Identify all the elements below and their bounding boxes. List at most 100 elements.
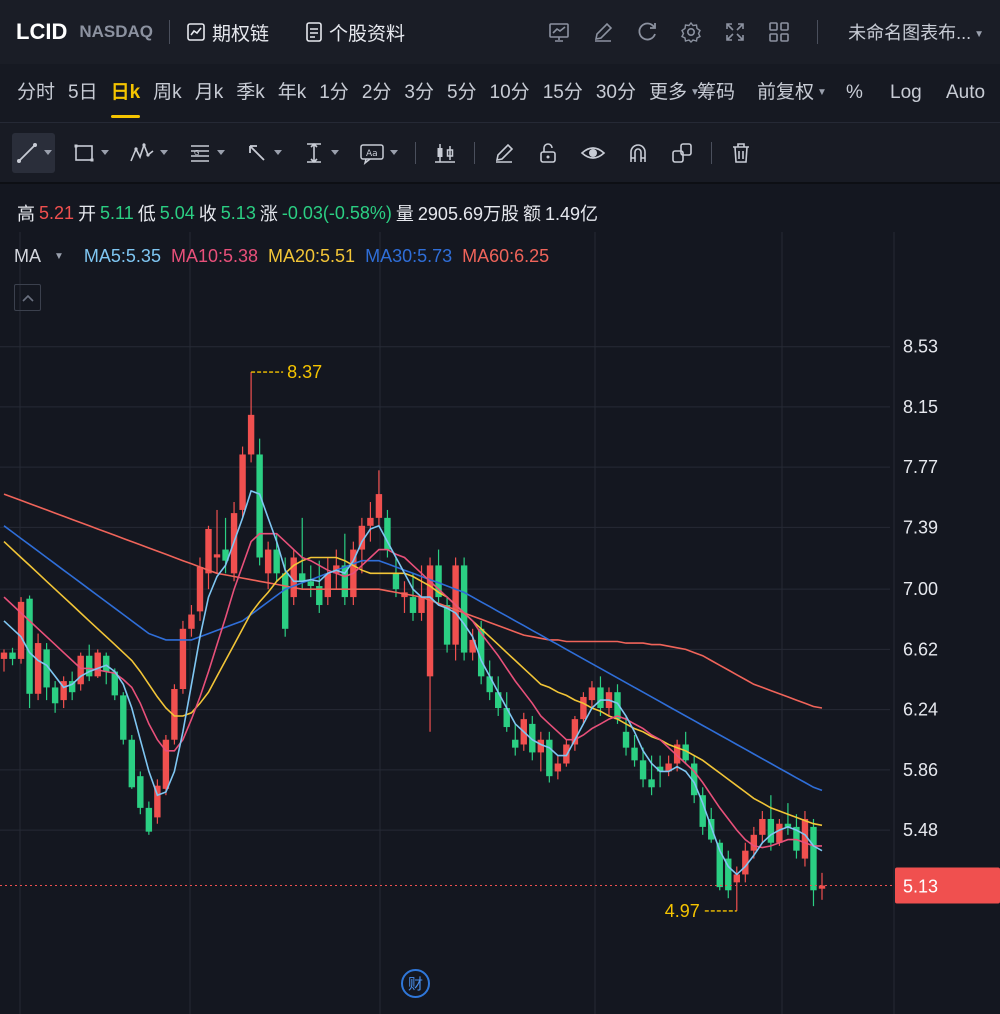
volume-label: 量 (395, 204, 414, 224)
line-tool[interactable] (12, 132, 55, 173)
high-label: 高 (17, 204, 35, 224)
financials-event-marker[interactable]: 财 (401, 969, 430, 998)
y-tick-label: 7.39 (903, 517, 938, 537)
candle-down (597, 687, 604, 709)
drawing-toolbar: G Aa (0, 122, 1000, 184)
period-tab[interactable]: 15分 (543, 64, 583, 122)
stock-symbol[interactable]: LCID (16, 19, 67, 45)
settings-button[interactable] (669, 20, 713, 44)
quote-line: 高 5.21 开 5.11 低 5.04 收 5.13 涨 -0.03(-0.5… (0, 198, 1000, 228)
caret-down-icon (274, 150, 282, 155)
divider (474, 141, 475, 164)
delete-tool[interactable] (726, 133, 756, 173)
period-tab[interactable]: 5日 (68, 64, 98, 122)
collapse-legend-button[interactable] (14, 284, 41, 311)
candlestick-icon (435, 143, 455, 163)
ma-legend: MA ▼ MA5:5.35 MA10:5.38 MA20:5.51 MA30:5.… (0, 241, 1000, 271)
period-tab-label: 10分 (489, 82, 530, 103)
candlestick-chart[interactable]: 8.53 8.15 7.77 7.39 7.00 6.62 6.24 5.86 5.48 5.13… (0, 186, 1000, 1014)
candle-down (443, 605, 451, 645)
rectangle-tool[interactable] (69, 133, 112, 173)
period-tab[interactable]: 10分 (490, 64, 530, 122)
period-tab[interactable]: 5分 (447, 64, 477, 122)
pencil-icon (595, 22, 613, 42)
candle-up (776, 823, 783, 843)
open-value: 5.11 (100, 202, 134, 223)
brush-tool[interactable] (489, 133, 519, 173)
measure-tool[interactable] (299, 133, 342, 173)
fullscreen-button[interactable] (713, 20, 757, 44)
period-tab-label: 15分 (542, 82, 583, 103)
log-toggle[interactable]: Log (890, 64, 922, 122)
lock-tool[interactable] (533, 133, 563, 173)
period-tab[interactable]: 2分 (362, 64, 392, 122)
ma-indicator-dropdown[interactable]: MA ▼ (14, 246, 74, 267)
period-tab[interactable]: 1分 (319, 64, 349, 122)
y-tick-label: 5.86 (903, 760, 938, 780)
ma-label: MA (14, 245, 41, 266)
candle-tool[interactable] (430, 133, 460, 173)
candle-up (34, 643, 42, 694)
edit-button[interactable] (581, 20, 625, 44)
magnet-tool[interactable] (623, 133, 653, 173)
period-tab[interactable]: 更多 ▼ (649, 64, 700, 122)
chips-button[interactable]: 筹码 (697, 64, 735, 122)
y-tick-label: 8.53 (903, 337, 938, 357)
close-value: 5.13 (220, 202, 256, 223)
stock-info-label: 个股资料 (329, 23, 406, 45)
fib-tool[interactable]: G (185, 133, 228, 173)
candle-down (51, 687, 59, 704)
candle-down (622, 731, 630, 748)
visibility-tool[interactable] (577, 133, 609, 173)
options-chain-button[interactable]: 期权链 (186, 19, 269, 46)
last-price-label: 5.13 (903, 877, 938, 897)
adjust-dropdown[interactable]: 前复权 ▼ (757, 64, 827, 122)
period-tab[interactable]: 季k (236, 64, 265, 122)
period-tab[interactable]: 3分 (404, 64, 434, 122)
trash-icon (733, 142, 749, 163)
percent-toggle[interactable]: % (846, 64, 863, 122)
period-tab[interactable]: 日k (110, 64, 140, 122)
grid-icon (769, 22, 789, 42)
candle-down (409, 597, 417, 613)
period-tab-label: 2分 (361, 82, 392, 103)
period-tab[interactable]: 分时 (17, 64, 55, 122)
layout-name-dropdown[interactable]: 未命名图表布... ▼ (848, 19, 984, 45)
candle-up (188, 614, 195, 629)
period-tab-label: 月k (194, 82, 224, 103)
adjust-dropdown-label: 前复权 (757, 82, 815, 104)
period-tab[interactable]: 年k (278, 64, 307, 122)
caret-down-icon: ▼ (817, 87, 827, 98)
chart-settings-button[interactable] (537, 20, 581, 44)
period-tab-label: 3分 (404, 82, 434, 103)
amount-label: 额 (522, 204, 541, 224)
divider (415, 141, 416, 164)
gear-icon (681, 21, 702, 43)
text-tool[interactable]: Aa (356, 133, 401, 173)
stock-info-button[interactable]: 个股资料 (305, 19, 405, 46)
options-chain-label: 期权链 (212, 23, 270, 45)
arrow-tool[interactable] (242, 133, 285, 173)
period-tab[interactable]: 月k (195, 64, 224, 122)
log-toggle-label: Log (890, 82, 922, 103)
candle-up (759, 818, 766, 835)
period-tab[interactable]: 周k (153, 64, 182, 122)
ma30-value: MA30:5.73 (365, 245, 453, 266)
pattern-tool[interactable] (126, 133, 171, 173)
candle-up (247, 414, 255, 455)
period-tab-label: 周k (153, 82, 182, 103)
refresh-icon (638, 22, 656, 41)
clone-tool[interactable] (667, 133, 697, 173)
layout-name-label: 未命名图表布... (848, 23, 972, 43)
period-tab-label: 1分 (319, 82, 349, 103)
candle-down (256, 454, 263, 558)
auto-toggle[interactable]: Auto (946, 64, 985, 122)
amount-value: 1.49亿 (544, 204, 599, 224)
period-tab-label: 季k (236, 82, 265, 103)
period-tab[interactable]: 30分 (596, 64, 636, 122)
y-tick-label: 7.77 (903, 457, 938, 477)
layout-grid-button[interactable] (757, 20, 801, 44)
refresh-button[interactable] (625, 20, 669, 44)
unlock-icon (540, 142, 556, 163)
chevron-up-icon (21, 294, 34, 302)
